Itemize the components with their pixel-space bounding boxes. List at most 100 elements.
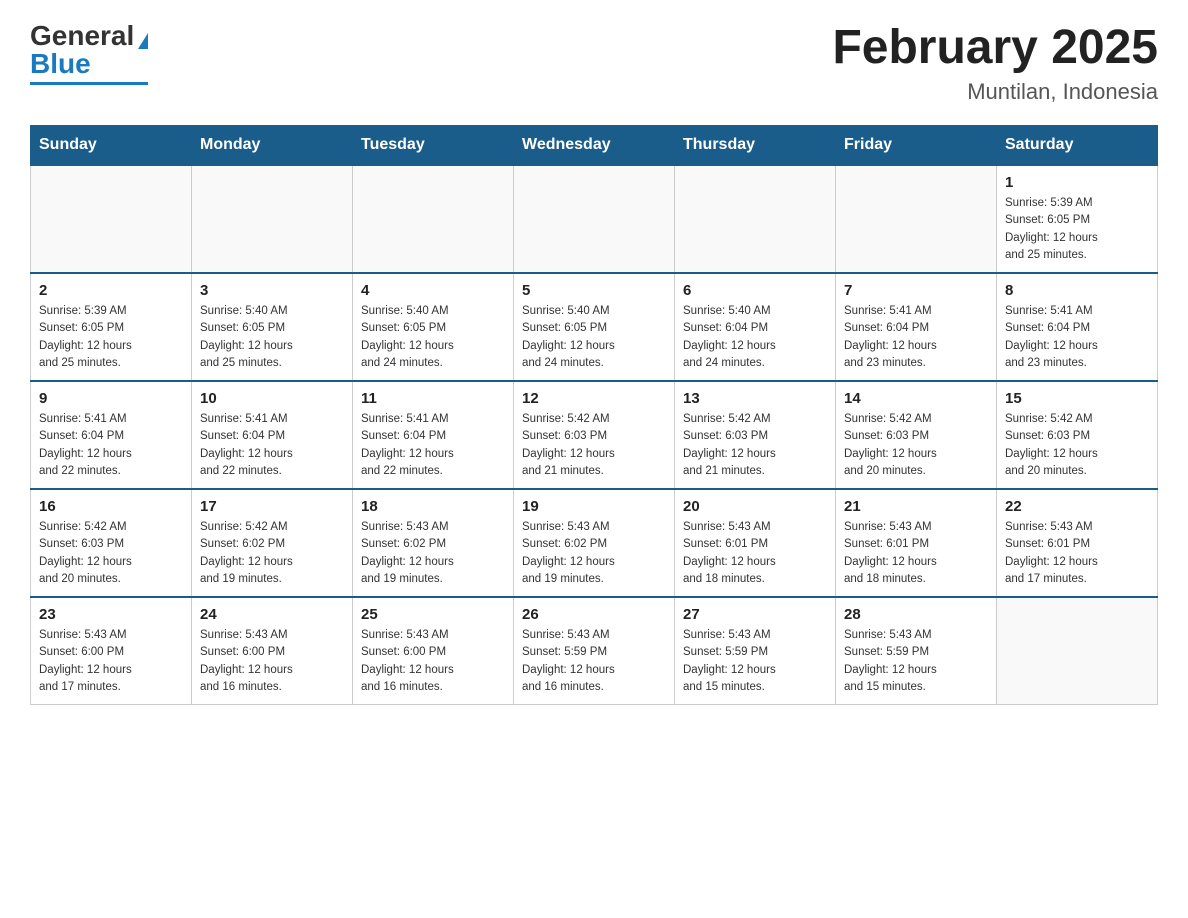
calendar-table: SundayMondayTuesdayWednesdayThursdayFrid…	[30, 125, 1158, 705]
location: Muntilan, Indonesia	[832, 79, 1158, 105]
calendar-cell: 20 Sunrise: 5:43 AM Sunset: 6:01 PM Dayli…	[675, 489, 836, 597]
day-info: Sunrise: 5:40 AM Sunset: 6:05 PM Dayligh…	[361, 303, 505, 372]
calendar-cell: 19 Sunrise: 5:43 AM Sunset: 6:02 PM Dayli…	[514, 489, 675, 597]
day-info: Sunrise: 5:43 AM Sunset: 6:00 PM Dayligh…	[200, 627, 344, 696]
weekday-header-friday: Friday	[836, 126, 997, 166]
day-number: 26	[522, 606, 666, 623]
calendar-cell: 6 Sunrise: 5:40 AM Sunset: 6:04 PM Daylig…	[675, 273, 836, 381]
week-row-4: 16Sunrise: 5:42 AM Sunset: 6:03 PM Dayli…	[31, 489, 1158, 597]
day-number: 12	[522, 390, 666, 407]
calendar-cell: 3 Sunrise: 5:40 AM Sunset: 6:05 PM Daylig…	[192, 273, 353, 381]
calendar-cell: 1 Sunrise: 5:39 AM Sunset: 6:05 PM Daylig…	[997, 165, 1158, 273]
day-number: 18	[361, 498, 505, 515]
day-number: 16	[39, 498, 183, 515]
calendar-cell: 17Sunrise: 5:42 AM Sunset: 6:02 PM Dayli…	[192, 489, 353, 597]
weekday-header-tuesday: Tuesday	[353, 126, 514, 166]
day-info: Sunrise: 5:43 AM Sunset: 5:59 PM Dayligh…	[683, 627, 827, 696]
calendar-cell: 13 Sunrise: 5:42 AM Sunset: 6:03 PM Dayli…	[675, 381, 836, 489]
calendar-cell	[192, 165, 353, 273]
calendar-cell	[997, 597, 1158, 705]
page-header: General Blue February 2025 Muntilan, Ind…	[30, 20, 1158, 105]
day-number: 15	[1005, 390, 1149, 407]
day-number: 13	[683, 390, 827, 407]
day-info: Sunrise: 5:42 AM Sunset: 6:03 PM Dayligh…	[1005, 411, 1149, 480]
day-number: 3	[200, 282, 344, 299]
calendar-cell: 16Sunrise: 5:42 AM Sunset: 6:03 PM Dayli…	[31, 489, 192, 597]
month-title: February 2025	[832, 20, 1158, 75]
day-number: 1	[1005, 174, 1149, 191]
weekday-header-monday: Monday	[192, 126, 353, 166]
week-row-1: 1 Sunrise: 5:39 AM Sunset: 6:05 PM Daylig…	[31, 165, 1158, 273]
week-row-5: 23 Sunrise: 5:43 AM Sunset: 6:00 PM Dayli…	[31, 597, 1158, 705]
day-number: 7	[844, 282, 988, 299]
logo: General Blue	[30, 20, 148, 85]
calendar-cell: 23 Sunrise: 5:43 AM Sunset: 6:00 PM Dayli…	[31, 597, 192, 705]
day-info: Sunrise: 5:43 AM Sunset: 6:00 PM Dayligh…	[39, 627, 183, 696]
day-number: 23	[39, 606, 183, 623]
calendar-cell: 4 Sunrise: 5:40 AM Sunset: 6:05 PM Daylig…	[353, 273, 514, 381]
day-number: 25	[361, 606, 505, 623]
title-section: February 2025 Muntilan, Indonesia	[832, 20, 1158, 105]
day-number: 24	[200, 606, 344, 623]
weekday-header-saturday: Saturday	[997, 126, 1158, 166]
day-info: Sunrise: 5:41 AM Sunset: 6:04 PM Dayligh…	[361, 411, 505, 480]
calendar-cell	[836, 165, 997, 273]
day-number: 21	[844, 498, 988, 515]
day-number: 9	[39, 390, 183, 407]
calendar-cell: 28Sunrise: 5:43 AM Sunset: 5:59 PM Dayli…	[836, 597, 997, 705]
day-info: Sunrise: 5:41 AM Sunset: 6:04 PM Dayligh…	[844, 303, 988, 372]
day-info: Sunrise: 5:42 AM Sunset: 6:03 PM Dayligh…	[844, 411, 988, 480]
calendar-cell: 12 Sunrise: 5:42 AM Sunset: 6:03 PM Dayli…	[514, 381, 675, 489]
calendar-cell: 27Sunrise: 5:43 AM Sunset: 5:59 PM Dayli…	[675, 597, 836, 705]
day-number: 22	[1005, 498, 1149, 515]
day-number: 14	[844, 390, 988, 407]
day-number: 11	[361, 390, 505, 407]
logo-triangle-icon	[138, 33, 148, 49]
day-info: Sunrise: 5:43 AM Sunset: 5:59 PM Dayligh…	[844, 627, 988, 696]
calendar-cell: 9Sunrise: 5:41 AM Sunset: 6:04 PM Daylig…	[31, 381, 192, 489]
logo-blue-text: Blue	[30, 48, 91, 80]
day-info: Sunrise: 5:43 AM Sunset: 6:01 PM Dayligh…	[844, 519, 988, 588]
calendar-cell: 14 Sunrise: 5:42 AM Sunset: 6:03 PM Dayli…	[836, 381, 997, 489]
day-info: Sunrise: 5:43 AM Sunset: 6:01 PM Dayligh…	[683, 519, 827, 588]
calendar-cell: 25Sunrise: 5:43 AM Sunset: 6:00 PM Dayli…	[353, 597, 514, 705]
day-info: Sunrise: 5:40 AM Sunset: 6:04 PM Dayligh…	[683, 303, 827, 372]
calendar-cell: 15 Sunrise: 5:42 AM Sunset: 6:03 PM Dayli…	[997, 381, 1158, 489]
weekday-header-row: SundayMondayTuesdayWednesdayThursdayFrid…	[31, 126, 1158, 166]
calendar-cell	[514, 165, 675, 273]
week-row-2: 2Sunrise: 5:39 AM Sunset: 6:05 PM Daylig…	[31, 273, 1158, 381]
day-info: Sunrise: 5:42 AM Sunset: 6:03 PM Dayligh…	[683, 411, 827, 480]
day-info: Sunrise: 5:40 AM Sunset: 6:05 PM Dayligh…	[522, 303, 666, 372]
day-number: 6	[683, 282, 827, 299]
calendar-cell	[31, 165, 192, 273]
day-info: Sunrise: 5:43 AM Sunset: 6:02 PM Dayligh…	[522, 519, 666, 588]
calendar-cell	[353, 165, 514, 273]
day-number: 19	[522, 498, 666, 515]
week-row-3: 9 Sunrise: 5:41 AM Sunset: 6:04 PM Daylig…	[31, 381, 1158, 489]
calendar-cell: 24 Sunrise: 5:43 AM Sunset: 6:00 PM Dayli…	[192, 597, 353, 705]
day-info: Sunrise: 5:43 AM Sunset: 6:02 PM Dayligh…	[361, 519, 505, 588]
calendar-cell: 2Sunrise: 5:39 AM Sunset: 6:05 PM Daylig…	[31, 273, 192, 381]
calendar-cell: 10 Sunrise: 5:41 AM Sunset: 6:04 PM Dayli…	[192, 381, 353, 489]
calendar-cell: 18 Sunrise: 5:43 AM Sunset: 6:02 PM Dayli…	[353, 489, 514, 597]
calendar-cell: 8Sunrise: 5:41 AM Sunset: 6:04 PM Daylig…	[997, 273, 1158, 381]
calendar-cell: 22 Sunrise: 5:43 AM Sunset: 6:01 PM Dayli…	[997, 489, 1158, 597]
calendar-cell: 7 Sunrise: 5:41 AM Sunset: 6:04 PM Daylig…	[836, 273, 997, 381]
calendar-cell: 5Sunrise: 5:40 AM Sunset: 6:05 PM Daylig…	[514, 273, 675, 381]
day-number: 8	[1005, 282, 1149, 299]
day-number: 17	[200, 498, 344, 515]
weekday-header-wednesday: Wednesday	[514, 126, 675, 166]
day-number: 20	[683, 498, 827, 515]
day-number: 4	[361, 282, 505, 299]
day-info: Sunrise: 5:42 AM Sunset: 6:03 PM Dayligh…	[522, 411, 666, 480]
day-number: 10	[200, 390, 344, 407]
day-info: Sunrise: 5:43 AM Sunset: 6:01 PM Dayligh…	[1005, 519, 1149, 588]
day-info: Sunrise: 5:40 AM Sunset: 6:05 PM Dayligh…	[200, 303, 344, 372]
day-info: Sunrise: 5:41 AM Sunset: 6:04 PM Dayligh…	[200, 411, 344, 480]
day-info: Sunrise: 5:43 AM Sunset: 5:59 PM Dayligh…	[522, 627, 666, 696]
calendar-cell	[675, 165, 836, 273]
logo-underline	[30, 82, 148, 85]
weekday-header-sunday: Sunday	[31, 126, 192, 166]
day-info: Sunrise: 5:39 AM Sunset: 6:05 PM Dayligh…	[1005, 195, 1149, 264]
calendar-cell: 26 Sunrise: 5:43 AM Sunset: 5:59 PM Dayli…	[514, 597, 675, 705]
